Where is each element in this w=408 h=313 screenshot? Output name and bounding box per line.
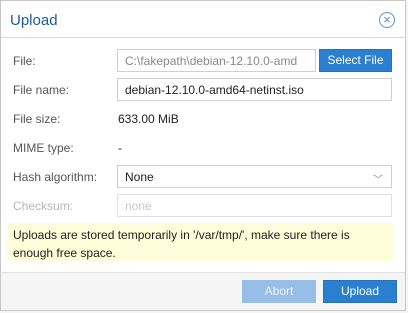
upload-dialog: Upload × File: C:\fakepath\debian-12.10.… [0, 0, 406, 311]
hash-algorithm-row: Hash algorithm: None ﹀ [1, 165, 405, 189]
hash-algorithm-select[interactable]: None ﹀ [117, 165, 392, 188]
dialog-footer: Abort Upload [1, 272, 405, 310]
storage-note: Uploads are stored temporarily in '/var/… [7, 223, 393, 261]
upload-button[interactable]: Upload [323, 280, 397, 303]
checksum-label: Checksum: [13, 199, 74, 213]
file-name-label: File name: [13, 83, 70, 97]
dialog-title: Upload [10, 12, 58, 29]
file-size-value: 633.00 MiB [118, 112, 179, 126]
file-name-input[interactable]: debian-12.10.0-amd64-netinst.iso [117, 78, 392, 101]
abort-button: Abort [242, 280, 316, 303]
checksum-input: none [117, 194, 392, 217]
file-size-row: File size: 633.00 MiB [1, 107, 405, 131]
file-size-label: File size: [13, 112, 61, 126]
select-file-button[interactable]: Select File [319, 49, 392, 72]
mime-type-label: MIME type: [13, 141, 74, 155]
file-label: File: [13, 54, 36, 68]
file-path-field: C:\fakepath\debian-12.10.0-amd [117, 49, 316, 72]
dialog-titlebar: Upload × [1, 1, 405, 38]
hash-algorithm-label: Hash algorithm: [13, 170, 98, 184]
dialog-body: File: C:\fakepath\debian-12.10.0-amd Sel… [1, 38, 405, 273]
hash-algorithm-value: None [125, 170, 154, 184]
file-name-row: File name: debian-12.10.0-amd64-netinst.… [1, 78, 405, 102]
mime-type-row: MIME type: - [1, 136, 405, 160]
chevron-down-icon[interactable]: ﹀ [373, 171, 383, 186]
file-row: File: C:\fakepath\debian-12.10.0-amd Sel… [1, 49, 405, 73]
checksum-row: Checksum: none [1, 194, 405, 218]
close-icon[interactable]: × [379, 12, 395, 28]
mime-type-value: - [118, 141, 122, 155]
